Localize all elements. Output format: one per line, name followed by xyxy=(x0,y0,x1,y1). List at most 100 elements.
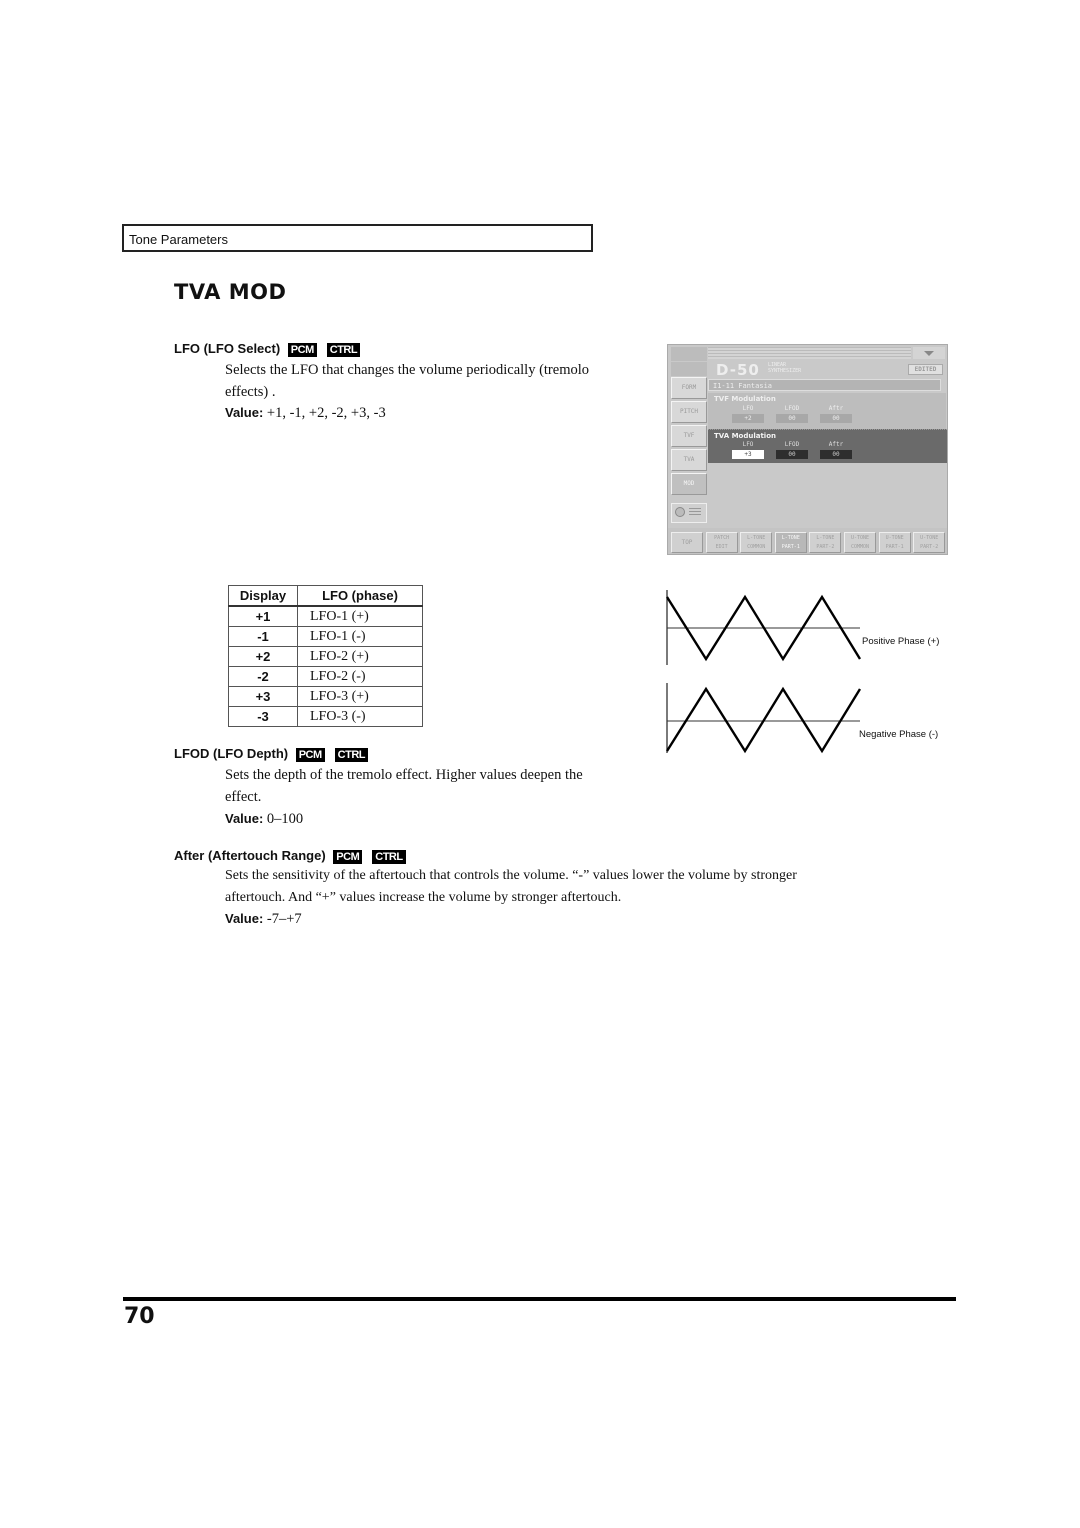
param-value-lfod: Value: 0–100 xyxy=(225,811,303,828)
lcd-bottom-button[interactable]: L-TONE COMMON xyxy=(740,532,773,553)
value-label: Value: xyxy=(225,405,264,420)
lcd-title-bar xyxy=(708,347,911,359)
lcd-logo: D-50 xyxy=(716,361,760,379)
description-line: aftertouch. And “+” values increase the … xyxy=(225,890,622,905)
description-line: effect. xyxy=(225,789,262,805)
lcd-side-button-form[interactable]: FORM xyxy=(671,377,707,399)
param-description-lfod: Sets the depth of the tremolo effect. Hi… xyxy=(225,764,583,808)
lcd-label: Aftr xyxy=(828,441,844,448)
lcd-bottom-button-line: EDIT xyxy=(715,544,728,550)
param-name: After (Aftertouch Range) xyxy=(174,848,326,863)
lcd-label: LFOD xyxy=(784,405,800,412)
lcd-side-button-tvf[interactable]: TVF xyxy=(671,425,707,447)
lfo-phase-table: Display LFO (phase) +1 LFO-1 (+) -1 LFO-1 … xyxy=(228,585,423,727)
lcd-tvf-section: TVF Modulation LFO LFOD Aftr +2 00 00 xyxy=(708,393,946,429)
lcd-tvf-title: TVF Modulation xyxy=(714,395,776,403)
lcd-tva-title: TVA Modulation xyxy=(714,432,777,440)
positive-phase-waveform xyxy=(665,590,862,665)
param-heading-after: After (Aftertouch Range) PCM CTRL xyxy=(174,848,406,864)
lcd-patch-name: I1-11 Fantasia xyxy=(708,379,941,391)
lcd-bottom-button[interactable]: U-TONE PART-1 xyxy=(878,532,911,553)
lcd-bottom-button[interactable]: TOP xyxy=(671,532,703,553)
value-text: +1, -1, +2, -2, +3, -3 xyxy=(266,405,386,421)
column-header: LFO (phase) xyxy=(297,585,423,607)
lcd-bottom-button-line: U-TONE xyxy=(920,535,939,541)
description-line: Sets the depth of the tremolo effect. Hi… xyxy=(225,767,583,783)
lcd-bottom-button-line: PATCH xyxy=(714,535,730,541)
value-label: Value: xyxy=(225,811,264,826)
lcd-bottom-button[interactable]: L-TONE PART-1 xyxy=(774,532,807,553)
param-heading-lfo: LFO (LFO Select) PCM CTRL xyxy=(174,341,361,357)
lcd-screenshot: D-50 LINEAR SYNTHESIZER EDITED I1-11 Fan… xyxy=(667,344,948,555)
param-name: LFO (LFO Select) xyxy=(174,341,281,356)
lcd-bottom-button-line: COMMON xyxy=(747,544,766,550)
triangle-wave xyxy=(665,686,862,754)
lcd-tva-section: TVA Modulation LFO LFOD Aftr +3 00 00 xyxy=(708,429,947,463)
lcd-tvf-lfo-field[interactable]: +2 xyxy=(732,414,764,423)
description-line: Sets the sensitivity of the aftertouch t… xyxy=(225,868,797,883)
lcd-bottom-button-line: PART-2 xyxy=(920,544,939,550)
page-title: TVA MOD xyxy=(174,280,287,304)
description-line: Selects the LFO that changes the volume … xyxy=(225,362,590,378)
lcd-tva-aftr-field[interactable]: 00 xyxy=(820,450,852,459)
lcd-label: LFOD xyxy=(784,441,800,448)
table-row: +2 LFO-2 (+) xyxy=(228,646,423,667)
lcd-bottom-button-line: L-TONE xyxy=(816,535,835,541)
lcd-bottom-button[interactable]: U-TONE COMMON xyxy=(844,532,876,553)
pcm-badge: PCM xyxy=(295,748,325,762)
page-number: 70 xyxy=(124,1304,155,1329)
footer-rule xyxy=(123,1297,956,1301)
lcd-corner xyxy=(671,362,707,376)
knob-icon xyxy=(675,507,685,517)
display-cell: +3 xyxy=(228,686,298,707)
section-header: Tone Parameters xyxy=(129,232,228,247)
lcd-label: Aftr xyxy=(828,405,844,412)
description-line: effects) . xyxy=(225,384,276,400)
param-heading-lfod: LFOD (LFO Depth) PCM CTRL xyxy=(174,746,368,762)
lcd-side-button-mod[interactable]: MOD xyxy=(671,473,707,495)
lcd-bottom-button[interactable]: U-TONE PART-2 xyxy=(913,532,946,553)
triangle-down-icon xyxy=(924,351,934,356)
phase-cell: LFO-1 (+) xyxy=(297,605,423,627)
display-cell: -2 xyxy=(228,666,298,687)
table-row: +1 LFO-1 (+) xyxy=(228,605,423,627)
lcd-bottom-button-line: TOP xyxy=(681,539,693,546)
lcd-tva-lfo-field[interactable]: +3 xyxy=(732,450,764,459)
lcd-side-button-pitch[interactable]: PITCH xyxy=(671,401,707,423)
param-value-after: Value: -7–+7 xyxy=(225,911,302,928)
section-header-box: Tone Parameters xyxy=(122,224,593,252)
display-cell: -3 xyxy=(228,706,298,727)
lcd-logo-subtitle: LINEAR SYNTHESIZER xyxy=(768,362,801,374)
lcd-bottom-button-line: COMMON xyxy=(850,544,870,550)
lcd-bottom-button-line: PART-1 xyxy=(781,544,800,550)
lcd-dropdown-button[interactable] xyxy=(913,347,945,359)
lcd-bottom-button-line: L-TONE xyxy=(781,535,800,541)
phase-cell: LFO-2 (-) xyxy=(297,666,423,687)
table-row: -1 LFO-1 (-) xyxy=(228,626,423,647)
display-cell: -1 xyxy=(228,626,298,647)
pcm-badge: PCM xyxy=(287,343,317,357)
lcd-tvf-aftr-field[interactable]: 00 xyxy=(820,414,852,423)
phase-cell: LFO-3 (+) xyxy=(297,686,423,707)
lcd-tva-lfod-field[interactable]: 00 xyxy=(776,450,808,459)
ctrl-badge: CTRL xyxy=(372,850,406,864)
lcd-side-button-tva[interactable]: TVA xyxy=(671,449,707,471)
lcd-bottom-button-line: U-TONE xyxy=(885,535,904,541)
pcm-badge: PCM xyxy=(333,850,363,864)
lcd-bottom-button[interactable]: PATCH EDIT xyxy=(705,532,738,553)
table-row: -2 LFO-2 (-) xyxy=(228,666,423,687)
lcd-utility-button[interactable] xyxy=(671,503,707,523)
phase-cell: LFO-1 (-) xyxy=(297,626,423,647)
lcd-label: LFO xyxy=(742,405,754,412)
table-row: -3 LFO-3 (-) xyxy=(228,706,423,727)
lcd-tvf-lfod-field[interactable]: 00 xyxy=(776,414,808,423)
ctrl-badge: CTRL xyxy=(334,748,368,762)
display-cell: +2 xyxy=(228,646,298,667)
lcd-bottom-button[interactable]: L-TONE PART-2 xyxy=(809,532,842,553)
value-text: -7–+7 xyxy=(266,911,302,927)
list-icon xyxy=(689,508,701,517)
table-row: +3 LFO-3 (+) xyxy=(228,686,423,707)
value-label: Value: xyxy=(225,911,264,926)
ctrl-badge: CTRL xyxy=(326,343,361,357)
positive-phase-label: Positive Phase (+) xyxy=(862,636,940,647)
